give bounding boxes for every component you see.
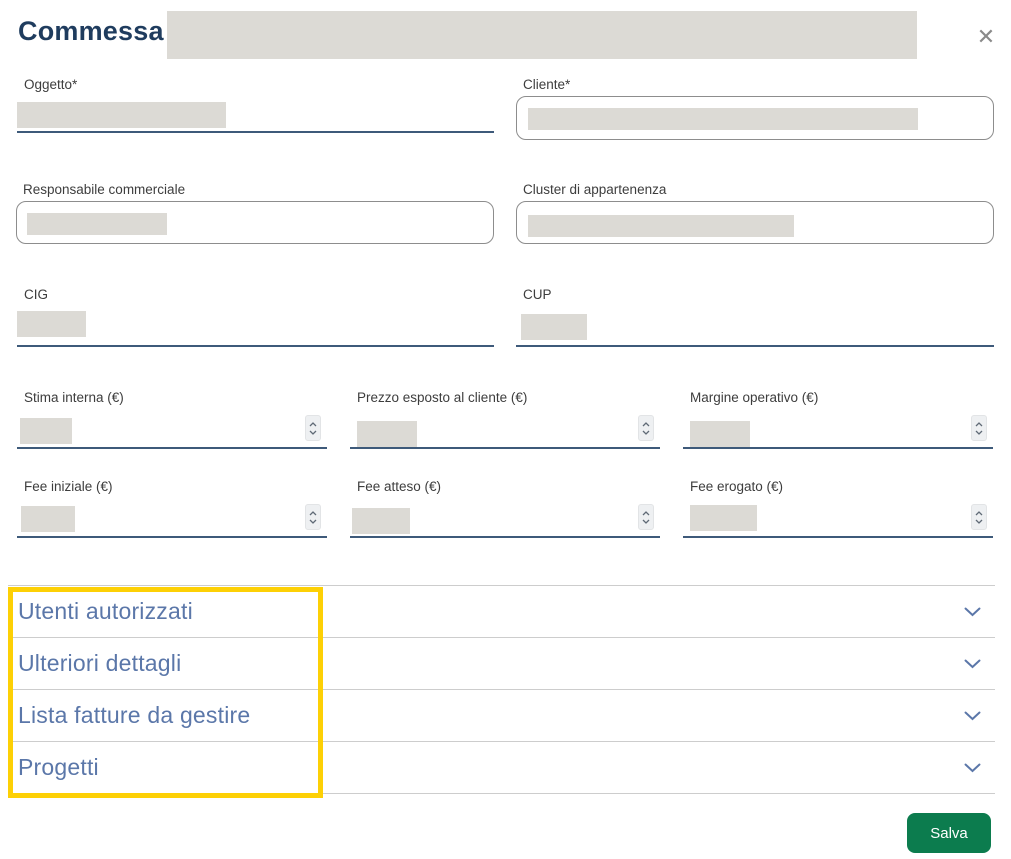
field-label: Cluster di appartenenza [516,182,994,197]
spinner-up-icon [642,511,650,516]
field-cliente: Cliente* [516,77,994,140]
accordion-title: Lista fatture da gestire [18,702,250,729]
field-label: Fee iniziale (€) [17,479,327,494]
accordion-title: Utenti autorizzati [18,598,193,625]
redacted-value [357,421,417,447]
field-label: Margine operativo (€) [683,390,993,405]
field-cig: CIG [17,287,494,347]
cliente-input[interactable] [516,96,994,140]
cup-input[interactable] [516,306,994,347]
redacted-value [17,102,226,128]
spinner-down-icon [309,430,317,435]
field-label: Fee erogato (€) [683,479,993,494]
redacted-value [20,418,72,444]
field-oggetto: Oggetto* [17,77,494,133]
redacted-value [528,108,918,130]
field-label: CIG [17,287,494,302]
spinner-up-icon [975,511,983,516]
accordion-ulteriori-dettagli[interactable]: Ulteriori dettagli [8,638,995,690]
spinner-up-icon [309,511,317,516]
redacted-value [690,505,757,531]
spinner-down-icon [975,519,983,524]
spinner-down-icon [309,519,317,524]
stima-interna-input[interactable] [17,409,327,449]
margine-operativo-input[interactable] [683,409,993,449]
spinner-down-icon [975,430,983,435]
fee-atteso-input[interactable] [350,498,660,538]
field-label: Cliente* [516,77,994,92]
field-fee-iniziale: Fee iniziale (€) [17,479,327,538]
redacted-value [17,311,86,337]
redacted-value [27,213,167,235]
spinner-down-icon [642,519,650,524]
cig-input[interactable] [17,306,494,347]
number-spinner[interactable] [305,415,321,441]
field-label: Fee atteso (€) [350,479,660,494]
accordion-title: Ulteriori dettagli [18,650,181,677]
spinner-up-icon [309,422,317,427]
prezzo-esposto-input[interactable] [350,409,660,449]
number-spinner[interactable] [638,415,654,441]
responsabile-commerciale-input[interactable] [16,201,494,244]
chevron-down-icon[interactable] [964,711,985,721]
field-label: CUP [516,287,994,302]
redacted-value [352,508,410,534]
field-prezzo-esposto: Prezzo esposto al cliente (€) [350,390,660,449]
number-spinner[interactable] [305,504,321,530]
spinner-up-icon [642,422,650,427]
spinner-up-icon [975,422,983,427]
accordion-progetti[interactable]: Progetti [8,742,995,794]
field-stima-interna: Stima interna (€) [17,390,327,449]
number-spinner[interactable] [971,504,987,530]
cluster-di-appartenenza-input[interactable] [516,201,994,244]
field-margine-operativo: Margine operativo (€) [683,390,993,449]
chevron-down-icon[interactable] [964,607,985,617]
redacted-title-value [167,11,917,59]
field-label: Stima interna (€) [17,390,327,405]
accordion-utenti-autorizzati[interactable]: Utenti autorizzati [8,586,995,638]
accordion-sections: Utenti autorizzati Ulteriori dettagli Li… [8,585,995,794]
number-spinner[interactable] [971,415,987,441]
spinner-down-icon [642,430,650,435]
save-button[interactable]: Salva [907,813,991,853]
field-label: Oggetto* [17,77,494,92]
oggetto-input[interactable] [17,96,494,133]
field-label: Prezzo esposto al cliente (€) [350,390,660,405]
chevron-down-icon[interactable] [964,763,985,773]
fee-erogato-input[interactable] [683,498,993,538]
field-responsabile-commerciale: Responsabile commerciale [16,182,494,244]
redacted-value [528,215,794,237]
close-icon: ✕ [977,26,995,48]
page-title: Commessa - [18,16,181,47]
field-fee-atteso: Fee atteso (€) [350,479,660,538]
redacted-value [521,314,587,340]
commessa-modal: Commessa - ✕ Oggetto* Cliente* Responsab… [0,0,1011,859]
number-spinner[interactable] [638,504,654,530]
field-fee-erogato: Fee erogato (€) [683,479,993,538]
redacted-value [21,506,75,532]
field-cluster-di-appartenenza: Cluster di appartenenza [516,182,994,244]
accordion-lista-fatture-da-gestire[interactable]: Lista fatture da gestire [8,690,995,742]
close-button[interactable]: ✕ [972,23,1000,51]
field-cup: CUP [516,287,994,347]
chevron-down-icon[interactable] [964,659,985,669]
accordion-title: Progetti [18,754,99,781]
field-label: Responsabile commerciale [16,182,494,197]
fee-iniziale-input[interactable] [17,498,327,538]
redacted-value [690,421,750,447]
